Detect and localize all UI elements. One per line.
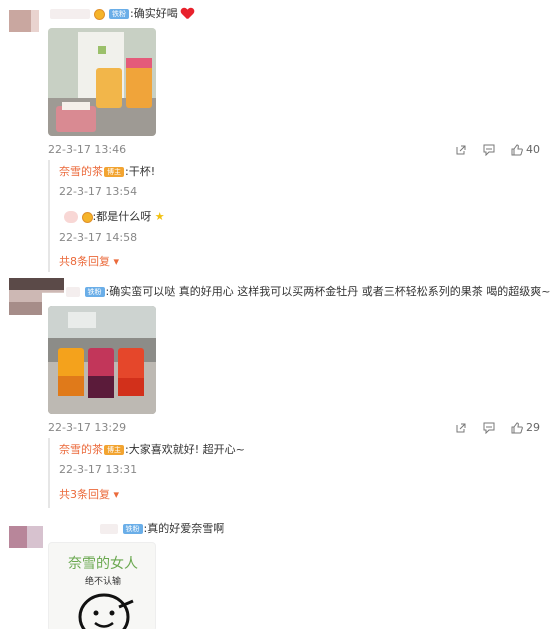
heart-icon [181, 8, 194, 20]
comment-time: 22-3-17 13:46 [48, 143, 127, 156]
reply-author[interactable] [64, 211, 78, 223]
host-badge: 博主 [104, 167, 124, 177]
sticker-image[interactable]: 奈雪的女人 绝不认输 [48, 542, 156, 629]
sticker-face-icon [78, 593, 134, 629]
comment-icon[interactable] [483, 144, 495, 156]
share-icon[interactable] [455, 422, 467, 434]
emoji-icon [93, 8, 105, 20]
reply-time: 22-3-17 13:31 [59, 463, 138, 476]
reply-time: 22-3-17 13:54 [59, 185, 138, 198]
like-count: 29 [526, 421, 540, 434]
reply-time: 22-3-17 14:58 [59, 231, 138, 244]
more-replies-link[interactable]: 共8条回复 ▾ [59, 255, 119, 269]
reply-item: 奈雪的茶 博主:大家喜欢就好! 超开心~ [59, 443, 245, 456]
reply-thread: 奈雪的茶 博主:大家喜欢就好! 超开心~ 22-3-17 13:31 共3条回复 … [48, 438, 540, 508]
comment-time: 22-3-17 13:29 [48, 421, 127, 434]
fan-badge: 铁粉 [122, 524, 143, 534]
comment-text: 铁粉:确实蛮可以哒 真的好用心 这样我可以买两杯金牡丹 或者三杯轻松系列的果茶 … [66, 285, 550, 299]
fan-badge: 铁粉 [84, 287, 105, 297]
share-icon[interactable] [455, 144, 467, 156]
comment-actions: 40 [455, 143, 540, 156]
comment-3: 铁粉:真的好爱奈雪啊 奈雪的女人 绝不认输 [0, 522, 554, 629]
fan-badge: 铁粉 [109, 9, 129, 19]
sticker-caption: 奈雪的女人 [68, 556, 138, 572]
username[interactable] [50, 9, 90, 19]
username[interactable] [66, 287, 80, 297]
avatar[interactable] [9, 526, 43, 548]
avatar[interactable] [9, 10, 47, 32]
chevron-down-icon: ▾ [113, 488, 120, 501]
reply-author[interactable]: 奈雪的茶 [59, 165, 103, 178]
comment-photo[interactable] [48, 28, 156, 136]
star-emoji-icon: ★ [154, 210, 165, 223]
comment-photo[interactable] [48, 306, 156, 414]
comment-icon[interactable] [483, 422, 495, 434]
thumbs-up-icon [511, 421, 523, 433]
comment-2: 铁粉:确实蛮可以哒 真的好用心 这样我可以买两杯金牡丹 或者三杯轻松系列的果茶 … [0, 278, 554, 510]
sticker-subcaption: 绝不认输 [84, 577, 121, 587]
emoji-icon [81, 211, 93, 223]
comment-actions: 29 [455, 421, 540, 434]
reply-item: 奈雪的茶 博主:干杯! [59, 165, 156, 178]
host-badge: 博主 [104, 445, 124, 455]
username[interactable] [100, 524, 118, 534]
like-count: 40 [526, 143, 540, 156]
like-button[interactable]: 40 [511, 143, 540, 156]
comment-text: 铁粉:真的好爱奈雪啊 [100, 522, 224, 536]
comment-1: 铁粉:确实好喝 22-3-17 13:46 40 奈雪的茶 博主:干杯! 22- [0, 0, 554, 272]
comment-text: 铁粉:确实好喝 [50, 7, 194, 21]
thumbs-up-icon [511, 143, 523, 155]
more-replies-link[interactable]: 共3条回复 ▾ [59, 488, 119, 502]
like-button[interactable]: 29 [511, 421, 540, 434]
reply-thread: 奈雪的茶 博主:干杯! 22-3-17 13:54 :都是什么呀 ★ 22-3-1… [48, 160, 540, 272]
chevron-down-icon: ▾ [113, 255, 120, 268]
reply-item: :都是什么呀 ★ [64, 210, 165, 224]
reply-author[interactable]: 奈雪的茶 [59, 443, 103, 456]
